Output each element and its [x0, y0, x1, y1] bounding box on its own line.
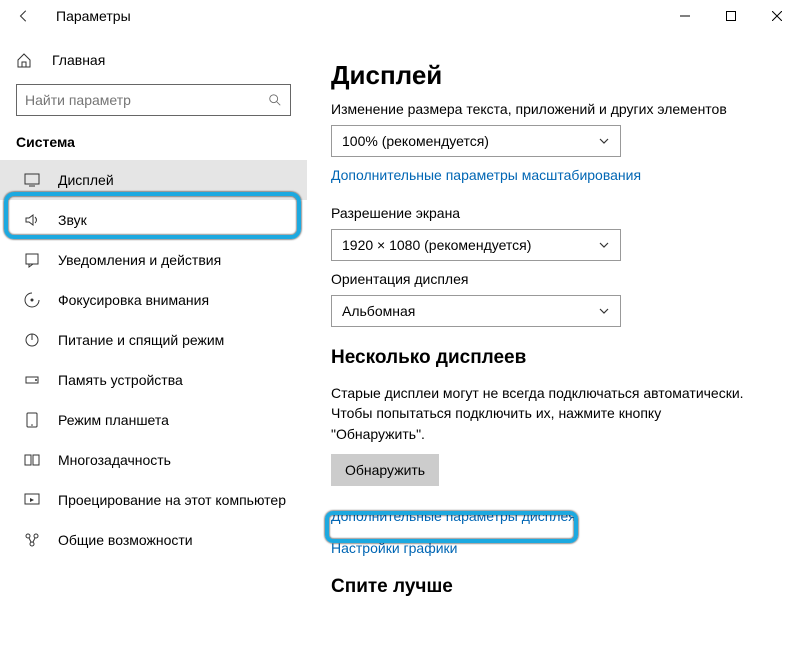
resolution-label: Разрешение экрана: [331, 205, 776, 221]
sidebar-item-focus[interactable]: Фокусировка внимания: [0, 280, 307, 320]
sound-icon: [24, 212, 40, 228]
multi-displays-text: Старые дисплеи могут не всегда подключат…: [331, 383, 751, 444]
resolution-dropdown[interactable]: 1920 × 1080 (рекомендуется): [331, 229, 621, 261]
sidebar-item-sound[interactable]: Звук: [0, 200, 307, 240]
window-title: Параметры: [56, 8, 131, 24]
orientation-value: Альбомная: [342, 303, 415, 319]
search-icon: [268, 93, 282, 107]
resolution-value: 1920 × 1080 (рекомендуется): [342, 237, 531, 253]
sidebar-item-label: Проецирование на этот компьютер: [58, 492, 286, 508]
projecting-icon: [24, 492, 40, 508]
home-icon: [16, 52, 32, 68]
close-button[interactable]: [754, 0, 800, 32]
window-controls: [662, 0, 800, 32]
display-icon: [24, 172, 40, 188]
notifications-icon: [24, 252, 40, 268]
sidebar-item-storage[interactable]: Память устройства: [0, 360, 307, 400]
chevron-down-icon: [598, 305, 610, 317]
back-button[interactable]: [12, 4, 36, 28]
sidebar-item-multitasking[interactable]: Многозадачность: [0, 440, 307, 480]
sidebar-item-display[interactable]: Дисплей: [0, 160, 307, 200]
maximize-button[interactable]: [708, 0, 754, 32]
tablet-icon: [24, 412, 40, 428]
sidebar-item-label: Дисплей: [58, 172, 114, 188]
sidebar-item-label: Многозадачность: [58, 452, 171, 468]
advanced-display-link[interactable]: Дополнительные параметры дисплея: [331, 508, 776, 524]
content-area: Дисплей Изменение размера текста, прилож…: [307, 32, 800, 653]
focus-icon: [24, 292, 40, 308]
sidebar-item-label: Фокусировка внимания: [58, 292, 209, 308]
titlebar: Параметры: [0, 0, 800, 32]
orientation-dropdown[interactable]: Альбомная: [331, 295, 621, 327]
sidebar-home[interactable]: Главная: [0, 46, 307, 74]
sidebar: Главная Система Дисплей Звук Уведомления…: [0, 32, 307, 653]
search-input-container[interactable]: [16, 84, 291, 116]
chevron-down-icon: [598, 135, 610, 147]
minimize-button[interactable]: [662, 0, 708, 32]
sidebar-item-shared[interactable]: Общие возможности: [0, 520, 307, 560]
graphics-settings-link[interactable]: Настройки графики: [331, 540, 776, 556]
sidebar-item-label: Общие возможности: [58, 532, 193, 548]
chevron-down-icon: [598, 239, 610, 251]
sidebar-item-tablet[interactable]: Режим планшета: [0, 400, 307, 440]
page-title: Дисплей: [331, 60, 776, 91]
scale-label: Изменение размера текста, приложений и д…: [331, 101, 776, 117]
scale-value: 100% (рекомендуется): [342, 133, 489, 149]
sidebar-item-projecting[interactable]: Проецирование на этот компьютер: [0, 480, 307, 520]
sidebar-section-title: Система: [0, 134, 307, 160]
power-icon: [24, 332, 40, 348]
orientation-label: Ориентация дисплея: [331, 271, 776, 287]
multi-displays-heading: Несколько дисплеев: [331, 347, 776, 369]
sidebar-item-notifications[interactable]: Уведомления и действия: [0, 240, 307, 280]
sidebar-item-label: Память устройства: [58, 372, 183, 388]
sidebar-home-label: Главная: [52, 52, 105, 68]
sidebar-item-label: Питание и спящий режим: [58, 332, 224, 348]
scale-dropdown[interactable]: 100% (рекомендуется): [331, 125, 621, 157]
storage-icon: [24, 372, 40, 388]
sidebar-item-label: Звук: [58, 212, 87, 228]
sleep-better-heading: Спите лучше: [331, 576, 776, 598]
sidebar-item-label: Режим планшета: [58, 412, 169, 428]
sidebar-item-label: Уведомления и действия: [58, 252, 221, 268]
multitasking-icon: [24, 452, 40, 468]
sidebar-item-power[interactable]: Питание и спящий режим: [0, 320, 307, 360]
scale-advanced-link[interactable]: Дополнительные параметры масштабирования: [331, 167, 641, 183]
search-input[interactable]: [25, 92, 268, 108]
shared-icon: [24, 532, 40, 548]
detect-button[interactable]: Обнаружить: [331, 454, 439, 486]
